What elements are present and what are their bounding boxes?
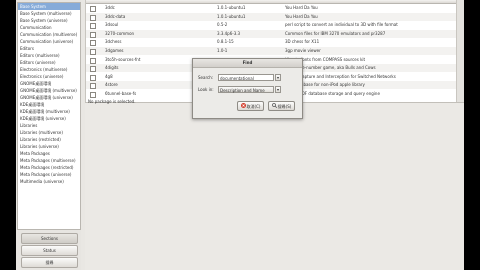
sidebar-item[interactable]: Base System (universe) xyxy=(18,17,80,24)
search-results-button[interactable]: 搜尋 xyxy=(21,257,78,268)
sidebar-item[interactable]: Communication (multiverse) xyxy=(18,31,80,38)
sidebar-item[interactable]: KDE桌面環境 (universe) xyxy=(18,115,80,122)
sidebar-item[interactable]: Editors (multiverse) xyxy=(18,52,80,59)
sidebar-item[interactable]: Electronics (universe) xyxy=(18,73,80,80)
package-name: 3dgames xyxy=(105,48,124,53)
cancel-button[interactable]: 取消(C) xyxy=(237,101,264,111)
sidebar-item[interactable]: Editors (universe) xyxy=(18,59,80,66)
synaptic-window: Base System Base System (multiverse) Base … xyxy=(16,0,464,270)
sidebar-item[interactable]: Libraries (restricted) xyxy=(18,136,80,143)
lookin-select[interactable]: Description and Name xyxy=(218,86,274,93)
package-description: 3gp movie viewer xyxy=(285,48,321,53)
sidebar-item[interactable]: Meta Packages xyxy=(18,150,80,157)
sidebar-item[interactable]: Base System xyxy=(18,3,80,10)
dialog-title: Find xyxy=(193,59,302,68)
sidebar-item[interactable]: Meta Packages (universe) xyxy=(18,171,80,178)
install-checkbox[interactable] xyxy=(90,92,96,98)
sidebar-item[interactable]: Communication xyxy=(18,24,80,31)
sidebar-item[interactable]: Multimedia (universe) xyxy=(18,178,80,185)
search-icon xyxy=(271,102,277,112)
chevron-down-icon: ▾ xyxy=(276,87,279,92)
cancel-label: 取消(C) xyxy=(246,104,261,109)
sidebar-item[interactable]: Electronics (multiverse) xyxy=(18,66,80,73)
package-description: You Hard Da You xyxy=(285,5,318,10)
table-row[interactable]: 3ddc 1.0.1-ubuntu1 You Hard Da You xyxy=(86,4,464,12)
table-row[interactable]: 3dgames 1.0-1 3gp movie viewer xyxy=(86,47,464,55)
sidebar-item[interactable]: GNOME桌面環境 (multiverse) xyxy=(18,87,80,94)
package-description: 3D chess for X11 xyxy=(285,39,320,45)
details-text: No package is selected. xyxy=(88,99,136,104)
installed-version: 1.0-1 xyxy=(217,48,228,53)
package-name: 3ddc-data xyxy=(105,13,126,19)
install-checkbox[interactable] xyxy=(90,6,96,12)
installed-version: 0.5-2 xyxy=(217,22,228,28)
install-checkbox[interactable] xyxy=(90,40,96,47)
installed-version: 3.3.4p6-3.3 xyxy=(217,30,241,36)
section-list[interactable]: Base System Base System (multiverse) Base … xyxy=(17,2,81,230)
installed-version: 1.0.1-ubuntu1 xyxy=(217,5,246,10)
sidebar-item[interactable]: Meta Packages (restricted) xyxy=(18,164,80,171)
lookin-dropdown[interactable]: ▾ xyxy=(275,86,281,93)
install-checkbox[interactable] xyxy=(90,49,96,55)
search-button[interactable]: 搜尋(S) xyxy=(268,101,295,111)
installed-version: 0.8.1-15 xyxy=(217,39,234,45)
sidebar-item[interactable]: Libraries (universe) xyxy=(18,143,80,150)
search-input[interactable]: documentational xyxy=(218,74,274,81)
table-row[interactable]: 3dchess 0.8.1-15 3D chess for X11 xyxy=(86,38,464,47)
search-button-label: 搜尋(S) xyxy=(277,104,292,109)
install-checkbox[interactable] xyxy=(90,23,96,30)
sidebar: Base System Base System (multiverse) Base … xyxy=(16,0,81,270)
package-name: 3dsoul xyxy=(105,22,119,28)
install-checkbox[interactable] xyxy=(90,31,96,38)
package-description: Packet Capture and Interception for Swit… xyxy=(285,73,396,79)
search-history-dropdown[interactable]: ▾ xyxy=(275,74,281,81)
package-name: 3dchess xyxy=(105,39,122,45)
sidebar-item[interactable]: GNOME桌面環境 (universe) xyxy=(18,94,80,101)
install-checkbox[interactable] xyxy=(90,57,96,64)
sidebar-item[interactable]: Editors xyxy=(18,45,80,52)
package-description: perl script to convert an individual to … xyxy=(285,22,398,28)
details-pane: No package is selected. xyxy=(85,99,464,270)
table-row[interactable]: 3ddc-data 1.0.1-ubuntu1 You Hard Da You xyxy=(86,12,464,21)
sidebar-item[interactable]: KDE桌面環境 (multiverse) xyxy=(18,108,80,115)
search-label: Search: xyxy=(198,75,214,80)
package-description: Ubuntu fonts from COMPASS sources kit xyxy=(285,56,366,62)
install-checkbox[interactable] xyxy=(90,74,96,81)
sidebar-item[interactable]: KDE桌面環境 xyxy=(18,101,80,108)
package-description: RDF database for non-iPod apple library xyxy=(285,82,365,88)
package-description: 4store RDF database storage and query en… xyxy=(285,91,380,96)
find-dialog: Find Search: documentational ▾ Look in: … xyxy=(192,58,303,119)
cancel-icon xyxy=(240,102,246,112)
package-description: You Hard Da You xyxy=(285,13,318,19)
lookin-value: Description and Name xyxy=(220,88,265,93)
sidebar-item[interactable]: Libraries xyxy=(18,122,80,129)
sidebar-item[interactable]: Communication (universe) xyxy=(18,38,80,45)
install-checkbox[interactable] xyxy=(90,83,96,90)
sidebar-item[interactable]: GNOME桌面環境 xyxy=(18,80,80,87)
installed-version: 1.0.1-ubuntu1 xyxy=(217,13,246,19)
sections-button[interactable]: Sections xyxy=(21,233,78,244)
sidebar-item[interactable]: Libraries (multiverse) xyxy=(18,129,80,136)
status-button[interactable]: Status xyxy=(21,245,78,256)
install-checkbox[interactable] xyxy=(90,66,96,73)
table-scrollbar[interactable] xyxy=(456,0,464,102)
sidebar-item[interactable]: Meta Packages (multiverse) xyxy=(18,157,80,164)
table-row[interactable]: 3270-common 3.3.4p6-3.3 Common files for I… xyxy=(86,29,464,38)
package-name: 3270-common xyxy=(105,30,135,36)
table-row[interactable]: 3dsoul 0.5-2 perl script to convert an ind… xyxy=(86,21,464,30)
install-checkbox[interactable] xyxy=(90,14,96,21)
package-description: Common files for IBM 3270 emulators and … xyxy=(285,30,386,36)
package-description: guess-the-number game, aka Bulls and Cow… xyxy=(285,65,376,71)
package-name: 3ddc xyxy=(105,5,115,10)
lookin-label: Look in: xyxy=(198,87,214,92)
sidebar-item[interactable]: Base System (multiverse) xyxy=(18,10,80,17)
chevron-down-icon: ▾ xyxy=(276,75,279,80)
